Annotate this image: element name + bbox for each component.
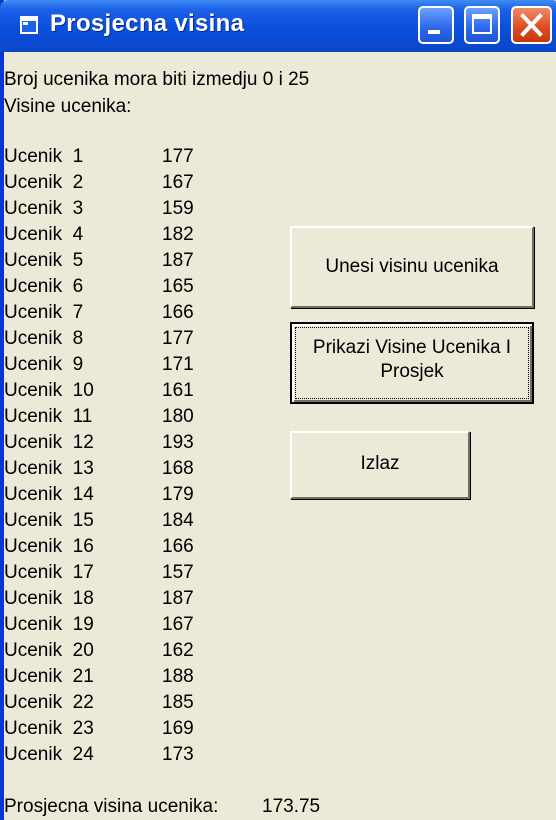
title-bar[interactable]: Prosjecna visina xyxy=(0,0,556,52)
student-height: 162 xyxy=(162,640,194,661)
student-label: Ucenik 3 xyxy=(4,198,84,219)
minimize-icon xyxy=(428,30,440,34)
exit-button[interactable]: Izlaz xyxy=(290,431,470,499)
student-height: 166 xyxy=(162,536,194,557)
student-height: 161 xyxy=(162,380,194,401)
student-height: 187 xyxy=(162,250,194,271)
average-label: Prosjecna visina ucenika: xyxy=(4,796,219,817)
maximize-icon xyxy=(472,14,492,34)
student-label: Ucenik 11 xyxy=(4,406,93,427)
student-height: 187 xyxy=(162,588,194,609)
student-height: 168 xyxy=(162,458,194,479)
student-label: Ucenik 17 xyxy=(4,562,94,583)
student-label: Ucenik 4 xyxy=(4,224,84,245)
student-label: Ucenik 8 xyxy=(4,328,84,349)
student-height: 182 xyxy=(162,224,194,245)
student-label: Ucenik 12 xyxy=(4,432,94,453)
focus-rectangle xyxy=(295,327,529,399)
student-label: Ucenik 21 xyxy=(4,666,94,687)
student-label: Ucenik 23 xyxy=(4,718,94,739)
range-message: Broj ucenika mora biti izmedju 0 i 25 xyxy=(4,69,310,90)
window-title: Prosjecna visina xyxy=(50,10,245,37)
student-label: Ucenik 7 xyxy=(4,302,84,323)
student-height: 173 xyxy=(162,744,194,765)
student-height: 184 xyxy=(162,510,194,531)
student-label: Ucenik 20 xyxy=(4,640,94,661)
student-label: Ucenik 24 xyxy=(4,744,94,765)
student-height: 185 xyxy=(162,692,194,713)
student-label: Ucenik 9 xyxy=(4,354,84,375)
enter-height-button[interactable]: Unesi visinu ucenika xyxy=(290,226,534,308)
student-label: Ucenik 10 xyxy=(4,380,94,401)
student-height: 180 xyxy=(162,406,194,427)
heights-heading: Visine ucenika: xyxy=(4,96,132,117)
student-height: 167 xyxy=(162,172,194,193)
student-label: Ucenik 18 xyxy=(4,588,94,609)
student-height: 177 xyxy=(162,328,194,349)
exit-label: Izlaz xyxy=(360,453,400,474)
maximize-button[interactable] xyxy=(464,6,500,44)
student-height: 179 xyxy=(162,484,194,505)
student-label: Ucenik 6 xyxy=(4,276,84,297)
app-icon xyxy=(20,16,38,34)
student-label: Ucenik 5 xyxy=(4,250,84,271)
student-label: Ucenik 13 xyxy=(4,458,94,479)
student-height: 159 xyxy=(162,198,194,219)
student-height: 167 xyxy=(162,614,194,635)
student-height: 193 xyxy=(162,432,194,453)
student-label: Ucenik 22 xyxy=(4,692,94,713)
student-height: 177 xyxy=(162,146,194,167)
student-label: Ucenik 16 xyxy=(4,536,94,557)
minimize-button[interactable] xyxy=(418,6,454,44)
student-label: Ucenik 15 xyxy=(4,510,94,531)
close-icon xyxy=(520,13,543,37)
student-label: Ucenik 2 xyxy=(4,172,84,193)
student-label: Ucenik 19 xyxy=(4,614,94,635)
student-label: Ucenik 1 xyxy=(4,146,84,167)
student-height: 188 xyxy=(162,666,194,687)
close-button[interactable] xyxy=(511,6,552,44)
student-height: 165 xyxy=(162,276,194,297)
student-height: 166 xyxy=(162,302,194,323)
average-value: 173.75 xyxy=(262,796,321,817)
student-height: 169 xyxy=(162,718,194,739)
enter-height-label: Unesi visinu ucenika xyxy=(325,256,499,277)
student-height: 171 xyxy=(162,354,194,375)
student-height: 157 xyxy=(162,562,194,583)
show-heights-average-button[interactable]: Prikazi Visine Ucenika I Prosjek xyxy=(290,322,534,404)
app-window: Prosjecna visina Broj ucenika mora biti … xyxy=(0,0,556,820)
student-label: Ucenik 14 xyxy=(4,484,94,505)
